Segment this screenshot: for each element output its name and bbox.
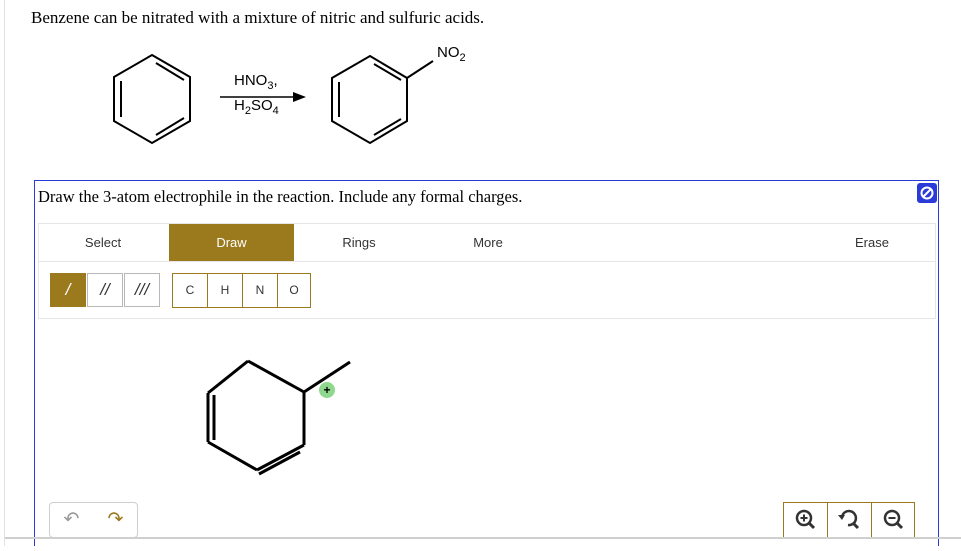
toolbar-tabs: Select Draw Rings More Erase (39, 224, 935, 262)
tab-more[interactable]: More (424, 224, 552, 261)
ring-bond (256, 443, 305, 472)
formal-charge-badge[interactable]: + (319, 382, 335, 398)
tab-draw[interactable]: Draw (169, 224, 294, 261)
reagent-hno3: HNO3, (234, 72, 278, 92)
zoom-controls (783, 502, 915, 538)
undo-button[interactable]: ↶ (50, 503, 93, 537)
undo-icon: ↶ (63, 509, 80, 530)
tab-rings[interactable]: Rings (295, 224, 423, 261)
ring-bond (247, 359, 305, 394)
undo-redo-group: ↶ ↷ (49, 502, 138, 538)
atom-n-button[interactable]: N (243, 274, 277, 307)
redo-button[interactable]: ↷ (94, 503, 137, 537)
help-button[interactable] (917, 183, 937, 203)
tab-select[interactable]: Select (39, 224, 167, 261)
zoom-in-button[interactable] (784, 503, 827, 537)
atom-selector: C H N O (172, 273, 311, 308)
single-bond-button[interactable]: / (50, 273, 86, 307)
intro-text: Benzene can be nitrated with a mixture o… (31, 8, 485, 27)
triple-bond-button[interactable]: /// (124, 273, 160, 307)
zoom-reset-button[interactable] (828, 503, 871, 537)
redo-icon: ↷ (107, 509, 124, 530)
nitrobenzene-structure (331, 54, 434, 145)
no-entry-icon (920, 186, 934, 200)
atom-c-button[interactable]: C (173, 274, 207, 307)
ring-bond (207, 440, 258, 472)
zoom-out-button[interactable] (872, 503, 915, 537)
drawing-toolbar: Select Draw Rings More Erase / // /// C … (38, 223, 936, 319)
reaction-scheme: HNO3, H2SO4 NO2 (100, 42, 500, 150)
question-prompt: Draw the 3-atom electrophile in the reac… (38, 187, 523, 206)
zoom-in-icon (795, 509, 816, 530)
reagent-h2so4: H2SO4 (234, 97, 279, 117)
nitro-group-label: NO2 (437, 44, 466, 64)
atom-o-button[interactable]: O (277, 274, 311, 307)
zoom-out-icon (883, 509, 904, 530)
ring-double-bond-inner (258, 450, 301, 476)
tab-erase[interactable]: Erase (809, 224, 935, 261)
benzene-structure (113, 53, 191, 145)
zoom-reset-icon (838, 509, 860, 530)
left-divider (4, 0, 5, 546)
bottom-divider (5, 537, 961, 539)
double-bond-button[interactable]: // (87, 273, 123, 307)
ring-bond (207, 359, 249, 395)
atom-h-button[interactable]: H (208, 274, 242, 307)
